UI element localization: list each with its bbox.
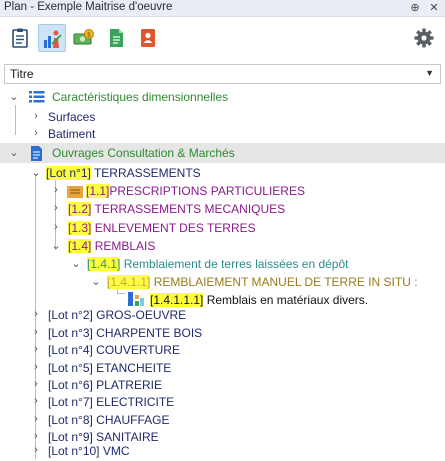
tree-node-1-3[interactable]: › [1.3] ENLEVEMENT DES TERRES: [0, 218, 445, 238]
expand-chevron-icon[interactable]: ⌄: [8, 90, 20, 103]
collapse-chevron-icon[interactable]: ›: [30, 361, 42, 373]
item-code: [1.3]: [68, 221, 92, 235]
column-header[interactable]: Titre ▼: [4, 64, 441, 84]
collapse-chevron-icon[interactable]: ›: [30, 127, 42, 139]
tree-node-lot2[interactable]: › [Lot n°2] GROS-OEUVRE: [0, 305, 445, 325]
collapse-chevron-icon[interactable]: ›: [50, 184, 62, 196]
tree-node-1-4[interactable]: ⌄ [1.4] REMBLAIS: [0, 236, 445, 256]
item-code: [1.1]: [86, 184, 110, 198]
tree-node-1-1[interactable]: › [1.1]PRESCRIPTIONS PARTICULIERES: [0, 181, 445, 201]
collapse-chevron-icon[interactable]: ›: [30, 343, 42, 355]
tree-node-label: [1.4] REMBLAIS: [68, 239, 155, 253]
window-title: Plan - Exemple Maitrise d'oeuvre: [4, 1, 173, 13]
tree-node-label: [Lot n°3] CHARPENTE BOIS: [48, 326, 203, 340]
tree-node-label: [1.3] ENLEVEMENT DES TERRES: [68, 221, 256, 235]
tree-node-label: [Lot n°4] COUVERTURE: [48, 343, 180, 357]
tree-node-batiment[interactable]: › Batiment: [0, 124, 445, 144]
item-code: [1.2]: [68, 202, 92, 216]
tree-node-label: [Lot n°8] CHAUFFAGE: [48, 413, 170, 427]
item-title: ENLEVEMENT DES TERRES: [94, 221, 256, 235]
pin-icon[interactable]: ⊕: [408, 0, 422, 16]
tree-node-lot10[interactable]: › [Lot n°10] VMC: [0, 441, 445, 461]
lot-title: TERRASSEMENTS: [93, 166, 201, 180]
lot-code: [Lot n°1]: [46, 166, 91, 180]
document-green-icon[interactable]: [102, 24, 130, 52]
tree-node-lot4[interactable]: › [Lot n°4] COUVERTURE: [0, 340, 445, 360]
document-blue-icon: [30, 146, 43, 164]
item-code: [1.4.1]: [87, 257, 121, 271]
gear-icon[interactable]: [410, 24, 438, 52]
tree-node-lot1[interactable]: ⌄ [Lot n°1] TERRASSEMENTS: [0, 163, 445, 183]
collapse-chevron-icon[interactable]: ›: [30, 110, 42, 122]
item-title: REMBLAIEMENT MANUEL DE TERRE IN SITU :: [153, 275, 418, 289]
tree-node-label: [Lot n°1] TERRASSEMENTS: [46, 166, 201, 180]
tree-node-label: [1.1]PRESCRIPTIONS PARTICULIERES: [86, 184, 305, 198]
tree-node-label: [1.4.1] Remblaiement de terres laissées …: [87, 257, 349, 271]
tree-node-label: [Lot n°5] ETANCHEITE: [48, 361, 172, 375]
column-header-title: Titre: [10, 67, 34, 81]
item-title: TERRASSEMENTS MECANIQUES: [94, 202, 286, 216]
tree-node-label: Surfaces: [48, 110, 96, 124]
list-icon: [29, 90, 45, 107]
tree-node-1-4-1-1[interactable]: ⌄ [1.4.1.1] REMBLAIEMENT MANUEL DE TERRE…: [0, 272, 445, 292]
expand-chevron-icon[interactable]: ⌄: [90, 275, 102, 288]
tree-node-label: [1.2] TERRASSEMENTS MECANIQUES: [68, 202, 285, 216]
expand-chevron-icon[interactable]: ⌄: [30, 166, 42, 179]
tree-node-label: Batiment: [48, 127, 96, 141]
item-title: PRESCRIPTIONS PARTICULIERES: [109, 184, 305, 198]
tree-node-label: [Lot n°7] ELECTRICITE: [48, 395, 175, 409]
window-titlebar: Plan - Exemple Maitrise d'oeuvre ⊕ ✕: [0, 0, 445, 17]
people-chart-icon[interactable]: [38, 24, 66, 52]
tree-node-label: [Lot n°2] GROS-OEUVRE: [48, 308, 187, 322]
contact-card-icon[interactable]: [134, 24, 162, 52]
tree-node-label: Ouvrages Consultation & Marchés: [52, 146, 235, 160]
money-icon[interactable]: $: [70, 24, 98, 52]
item-title: REMBLAIS: [94, 239, 156, 253]
tree-node-works[interactable]: ⌄ Ouvrages Consultation & Marchés: [0, 143, 445, 163]
toolbar: $: [0, 18, 445, 60]
collapse-chevron-icon[interactable]: ›: [30, 378, 42, 390]
expand-chevron-icon[interactable]: ⌄: [50, 239, 62, 252]
collapse-chevron-icon[interactable]: ›: [50, 221, 62, 233]
plan-tree: ⌄ Caractéristiques dimensionnelles › Sur…: [0, 85, 445, 461]
tree-node-1-2[interactable]: › [1.2] TERRASSEMENTS MECANIQUES: [0, 199, 445, 219]
tree-node-label: Caractéristiques dimensionnelles: [52, 90, 229, 104]
tree-node-label: [Lot n°6] PLATRERIE: [48, 378, 162, 392]
item-title: Remblaiement de terres laissées en dépôt: [123, 257, 349, 271]
expand-chevron-icon[interactable]: ⌄: [70, 257, 82, 270]
clipboard-checklist-icon[interactable]: [6, 24, 34, 52]
tree-node-label: [Lot n°10] VMC: [48, 444, 130, 458]
collapse-chevron-icon[interactable]: ›: [50, 202, 62, 214]
tree-node-1-4-1[interactable]: ⌄ [1.4.1] Remblaiement de terres laissée…: [0, 254, 445, 274]
tree-node-lot7[interactable]: › [Lot n°7] ELECTRICITE: [0, 392, 445, 412]
item-code: [1.4.1.1]: [107, 275, 151, 289]
close-icon[interactable]: ✕: [427, 0, 441, 16]
collapse-chevron-icon[interactable]: ›: [30, 308, 42, 320]
svg-text:$: $: [87, 32, 91, 39]
collapse-chevron-icon[interactable]: ›: [30, 395, 42, 407]
expand-chevron-icon[interactable]: ⌄: [8, 146, 20, 159]
tree-node-dimensional[interactable]: ⌄ Caractéristiques dimensionnelles: [0, 87, 445, 107]
collapse-chevron-icon[interactable]: ›: [30, 444, 42, 456]
collapse-chevron-icon[interactable]: ›: [30, 413, 42, 425]
tree-node-label: [1.4.1.1] REMBLAIEMENT MANUEL DE TERRE I…: [107, 275, 418, 289]
item-code: [1.4]: [68, 239, 92, 253]
collapse-chevron-icon[interactable]: ›: [30, 326, 42, 338]
dropdown-arrow-icon[interactable]: ▼: [425, 68, 434, 78]
